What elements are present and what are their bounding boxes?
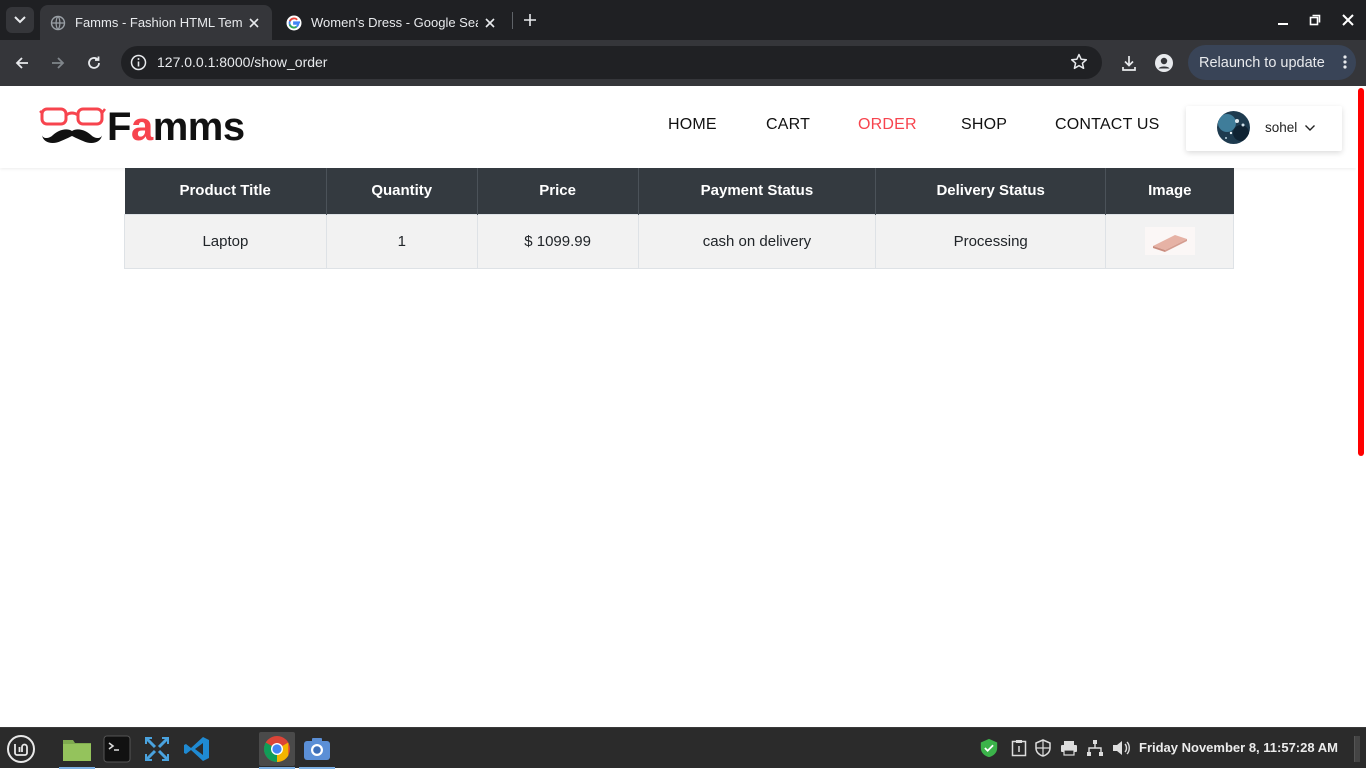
google-icon	[286, 15, 302, 30]
clipboard-icon[interactable]	[1009, 738, 1029, 758]
column-header-quantity: Quantity	[326, 168, 478, 214]
files-icon[interactable]	[59, 732, 95, 769]
site-header: Famms HOME CART ORDER SHOP CONTACT US so…	[0, 86, 1356, 168]
window-close-icon[interactable]	[1338, 10, 1358, 30]
table-row: Laptop 1 $ 1099.99 cash on delivery Proc…	[124, 213, 1234, 269]
clock[interactable]: Friday November 8, 11:57:28 AM	[1139, 740, 1338, 755]
os-taskbar: Friday November 8, 11:57:28 AM	[0, 727, 1366, 769]
globe-icon	[50, 15, 66, 30]
column-header-delivery-status: Delivery Status	[875, 168, 1107, 214]
menu-dots-icon[interactable]	[1342, 54, 1348, 70]
remote-desktop-icon[interactable]	[139, 732, 175, 766]
download-icon[interactable]	[1118, 52, 1140, 74]
tab-separator	[512, 12, 513, 29]
product-thumbnail	[1144, 227, 1195, 255]
column-header-product-title: Product Title	[124, 168, 327, 214]
show-desktop-button[interactable]	[1354, 736, 1360, 762]
relaunch-button[interactable]: Relaunch to update	[1188, 45, 1356, 80]
glasses-mustache-logo-icon	[39, 107, 106, 143]
tab-famms[interactable]: Famms - Fashion HTML Temp	[40, 5, 272, 40]
nav-cart[interactable]: CART	[766, 116, 810, 134]
nav-order[interactable]: ORDER	[858, 116, 917, 134]
profile-icon[interactable]	[1153, 52, 1175, 74]
cell-price: $ 1099.99	[476, 213, 639, 269]
tab-search-icon[interactable]	[6, 7, 34, 33]
address-bar[interactable]: 127.0.0.1:8000/show_order	[121, 46, 1102, 79]
forward-icon[interactable]	[45, 50, 71, 76]
user-menu[interactable]: sohel	[1186, 106, 1342, 151]
reload-icon[interactable]	[81, 50, 107, 76]
close-icon[interactable]	[246, 15, 262, 31]
cell-payment-status: cash on delivery	[637, 213, 877, 269]
logo-accent-letter: a	[130, 104, 153, 149]
avatar	[1217, 111, 1250, 144]
site-info-icon[interactable]	[130, 54, 147, 71]
nav-contact-us[interactable]: CONTACT US	[1055, 116, 1160, 134]
column-header-payment-status: Payment Status	[638, 168, 877, 214]
minimize-icon[interactable]	[1273, 10, 1293, 30]
username: sohel	[1265, 120, 1298, 135]
terminal-icon[interactable]	[99, 732, 135, 766]
chevron-down-icon	[1305, 125, 1315, 131]
maximize-icon[interactable]	[1305, 10, 1325, 30]
column-header-image: Image	[1105, 168, 1234, 214]
nav-home[interactable]: HOME	[668, 116, 717, 134]
chrome-icon[interactable]	[259, 732, 295, 769]
cell-delivery-status: Processing	[875, 213, 1107, 269]
cell-product-title: Laptop	[124, 213, 327, 269]
screenshot-icon[interactable]	[299, 732, 335, 769]
cell-image	[1105, 213, 1234, 269]
cell-quantity: 1	[325, 213, 478, 269]
table-header-row: Product Title Quantity Price Payment Sta…	[124, 168, 1234, 214]
close-icon[interactable]	[482, 15, 498, 31]
printer-icon[interactable]	[1059, 738, 1079, 758]
back-icon[interactable]	[9, 50, 35, 76]
scrollbar-thumb[interactable]	[1358, 88, 1364, 456]
nav-shop[interactable]: SHOP	[961, 116, 1007, 134]
column-header-price: Price	[477, 168, 639, 214]
tab-title: Women's Dress - Google Sea	[311, 15, 478, 30]
orders-table: Product Title Quantity Price Payment Sta…	[124, 168, 1234, 269]
new-tab-icon[interactable]	[519, 9, 541, 31]
tab-google-search[interactable]: Women's Dress - Google Sea	[276, 5, 508, 40]
volume-icon[interactable]	[1111, 738, 1131, 758]
relaunch-label: Relaunch to update	[1199, 54, 1325, 71]
url-text: 127.0.0.1:8000/show_order	[157, 54, 328, 70]
mint-menu-icon[interactable]	[3, 732, 39, 766]
browser-tab-bar: Famms - Fashion HTML Temp Women's Dress …	[0, 0, 1366, 40]
browser-toolbar: 127.0.0.1:8000/show_order Relaunch to up…	[0, 40, 1366, 86]
bookmark-star-icon[interactable]	[1070, 53, 1088, 71]
page-scrollbar[interactable]	[1356, 86, 1366, 727]
logo-text: Famms	[107, 104, 245, 149]
web-page: Famms HOME CART ORDER SHOP CONTACT US so…	[0, 86, 1356, 727]
shield-icon[interactable]	[1033, 738, 1053, 758]
network-icon[interactable]	[1085, 738, 1105, 758]
site-logo[interactable]: Famms	[39, 105, 245, 149]
update-manager-icon[interactable]	[979, 738, 999, 758]
tab-title: Famms - Fashion HTML Temp	[75, 15, 242, 30]
vscode-icon[interactable]	[179, 732, 215, 766]
